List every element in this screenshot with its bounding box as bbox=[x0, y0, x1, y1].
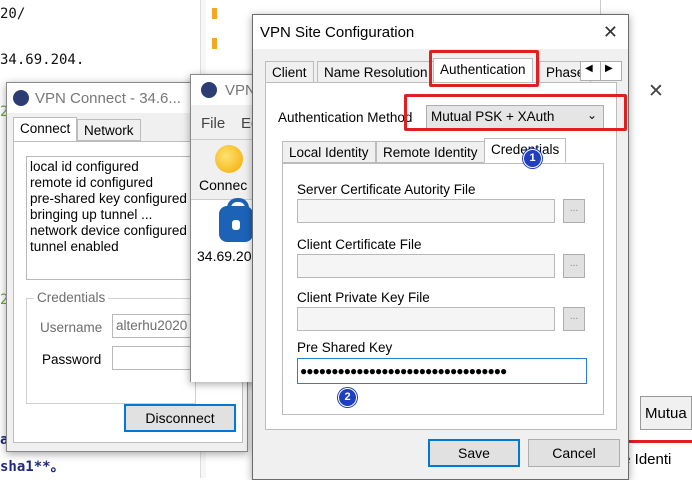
server-cert-browse-button[interactable]: ... bbox=[563, 199, 585, 223]
client-cert-browse-button[interactable]: ... bbox=[563, 254, 585, 278]
change-marker bbox=[212, 38, 217, 49]
bg-dropdown-fragment: Mutua bbox=[640, 396, 692, 430]
tab-client[interactable]: Client bbox=[265, 61, 314, 83]
tab-name-resolution[interactable]: Name Resolution bbox=[317, 61, 435, 83]
highlight-auth-method bbox=[404, 94, 627, 131]
dialog-title: VPN Site Configuration bbox=[260, 24, 415, 41]
log-line: remote id configured bbox=[30, 175, 154, 190]
connect-icon[interactable] bbox=[215, 145, 243, 173]
tab-connect[interactable]: Connect bbox=[13, 117, 78, 142]
log-line: tunnel enabled bbox=[30, 239, 119, 254]
status-log: local id configured remote id configured… bbox=[26, 156, 194, 280]
tab-local-identity[interactable]: Local Identity bbox=[282, 141, 376, 163]
site-label[interactable]: 34.69.20 bbox=[197, 248, 252, 264]
log-line: pre-shared key configured bbox=[30, 191, 187, 206]
menu-file[interactable]: File bbox=[201, 115, 225, 132]
log-line: bringing up tunnel ... bbox=[30, 207, 153, 222]
client-key-label: Client Private Key File bbox=[297, 290, 430, 305]
server-cert-field[interactable] bbox=[297, 199, 555, 223]
close-icon[interactable]: ✕ bbox=[603, 22, 618, 43]
bg-tab-fragment: te Identi bbox=[618, 440, 692, 478]
password-field[interactable] bbox=[112, 346, 194, 370]
dialog-titlebar: VPN Site Configuration ✕ bbox=[253, 15, 628, 49]
step-badge: 1 bbox=[523, 149, 542, 168]
psk-label: Pre Shared Key bbox=[297, 340, 393, 355]
tab-network[interactable]: Network bbox=[77, 119, 141, 141]
credentials-page: Server Certificate Autority File ... Cli… bbox=[282, 163, 604, 415]
save-button[interactable]: Save bbox=[428, 439, 520, 467]
tab-scroll-arrows[interactable]: ◀ ▶ bbox=[580, 61, 622, 81]
editor-line: 34.69.204. bbox=[0, 52, 85, 68]
authentication-page: Authentication Method Mutual PSK + XAuth… bbox=[265, 82, 617, 430]
client-key-browse-button[interactable]: ... bbox=[563, 307, 585, 331]
client-key-field[interactable] bbox=[297, 307, 555, 331]
arrow-divider bbox=[600, 62, 601, 80]
credentials-label: Credentials bbox=[34, 290, 109, 305]
password-label: Password bbox=[42, 352, 102, 367]
window-title: VPN Connect - 34.6... bbox=[35, 90, 181, 107]
close-icon[interactable]: ✕ bbox=[648, 80, 664, 103]
lock-icon[interactable] bbox=[219, 198, 253, 242]
step-badge: 2 bbox=[338, 388, 357, 407]
tab-remote-identity[interactable]: Remote Identity bbox=[376, 141, 485, 163]
log-line: network device configured bbox=[30, 223, 187, 238]
disconnect-button[interactable]: Disconnect bbox=[124, 404, 236, 432]
lock-keyhole bbox=[232, 220, 240, 230]
auth-method-label: Authentication Method bbox=[278, 110, 413, 125]
change-marker bbox=[212, 8, 217, 19]
shrew-logo-icon bbox=[13, 90, 29, 106]
client-cert-label: Client Certificate File bbox=[297, 237, 422, 252]
arrow-left-icon[interactable]: ◀ bbox=[585, 63, 593, 74]
editor-line: 20/ bbox=[0, 6, 26, 22]
editor-line: sha1**。 bbox=[0, 459, 65, 475]
log-line: local id configured bbox=[30, 159, 139, 174]
client-cert-field[interactable] bbox=[297, 254, 555, 278]
shrew-logo-icon bbox=[201, 82, 217, 98]
username-label: Username bbox=[40, 320, 103, 335]
psk-field[interactable]: ●●●●●●●●●●●●●●●●●●●●●●●●●●●●●●●●● bbox=[297, 358, 587, 384]
server-cert-label: Server Certificate Autority File bbox=[297, 182, 476, 197]
arrow-right-icon[interactable]: ▶ bbox=[605, 63, 613, 74]
connect-toolbar-label[interactable]: Connec bbox=[199, 177, 247, 193]
highlight-authentication-tab bbox=[429, 50, 539, 87]
username-field[interactable]: alterhu2020 bbox=[112, 314, 194, 338]
cancel-button[interactable]: Cancel bbox=[528, 439, 620, 467]
lock-shackle bbox=[227, 198, 249, 216]
